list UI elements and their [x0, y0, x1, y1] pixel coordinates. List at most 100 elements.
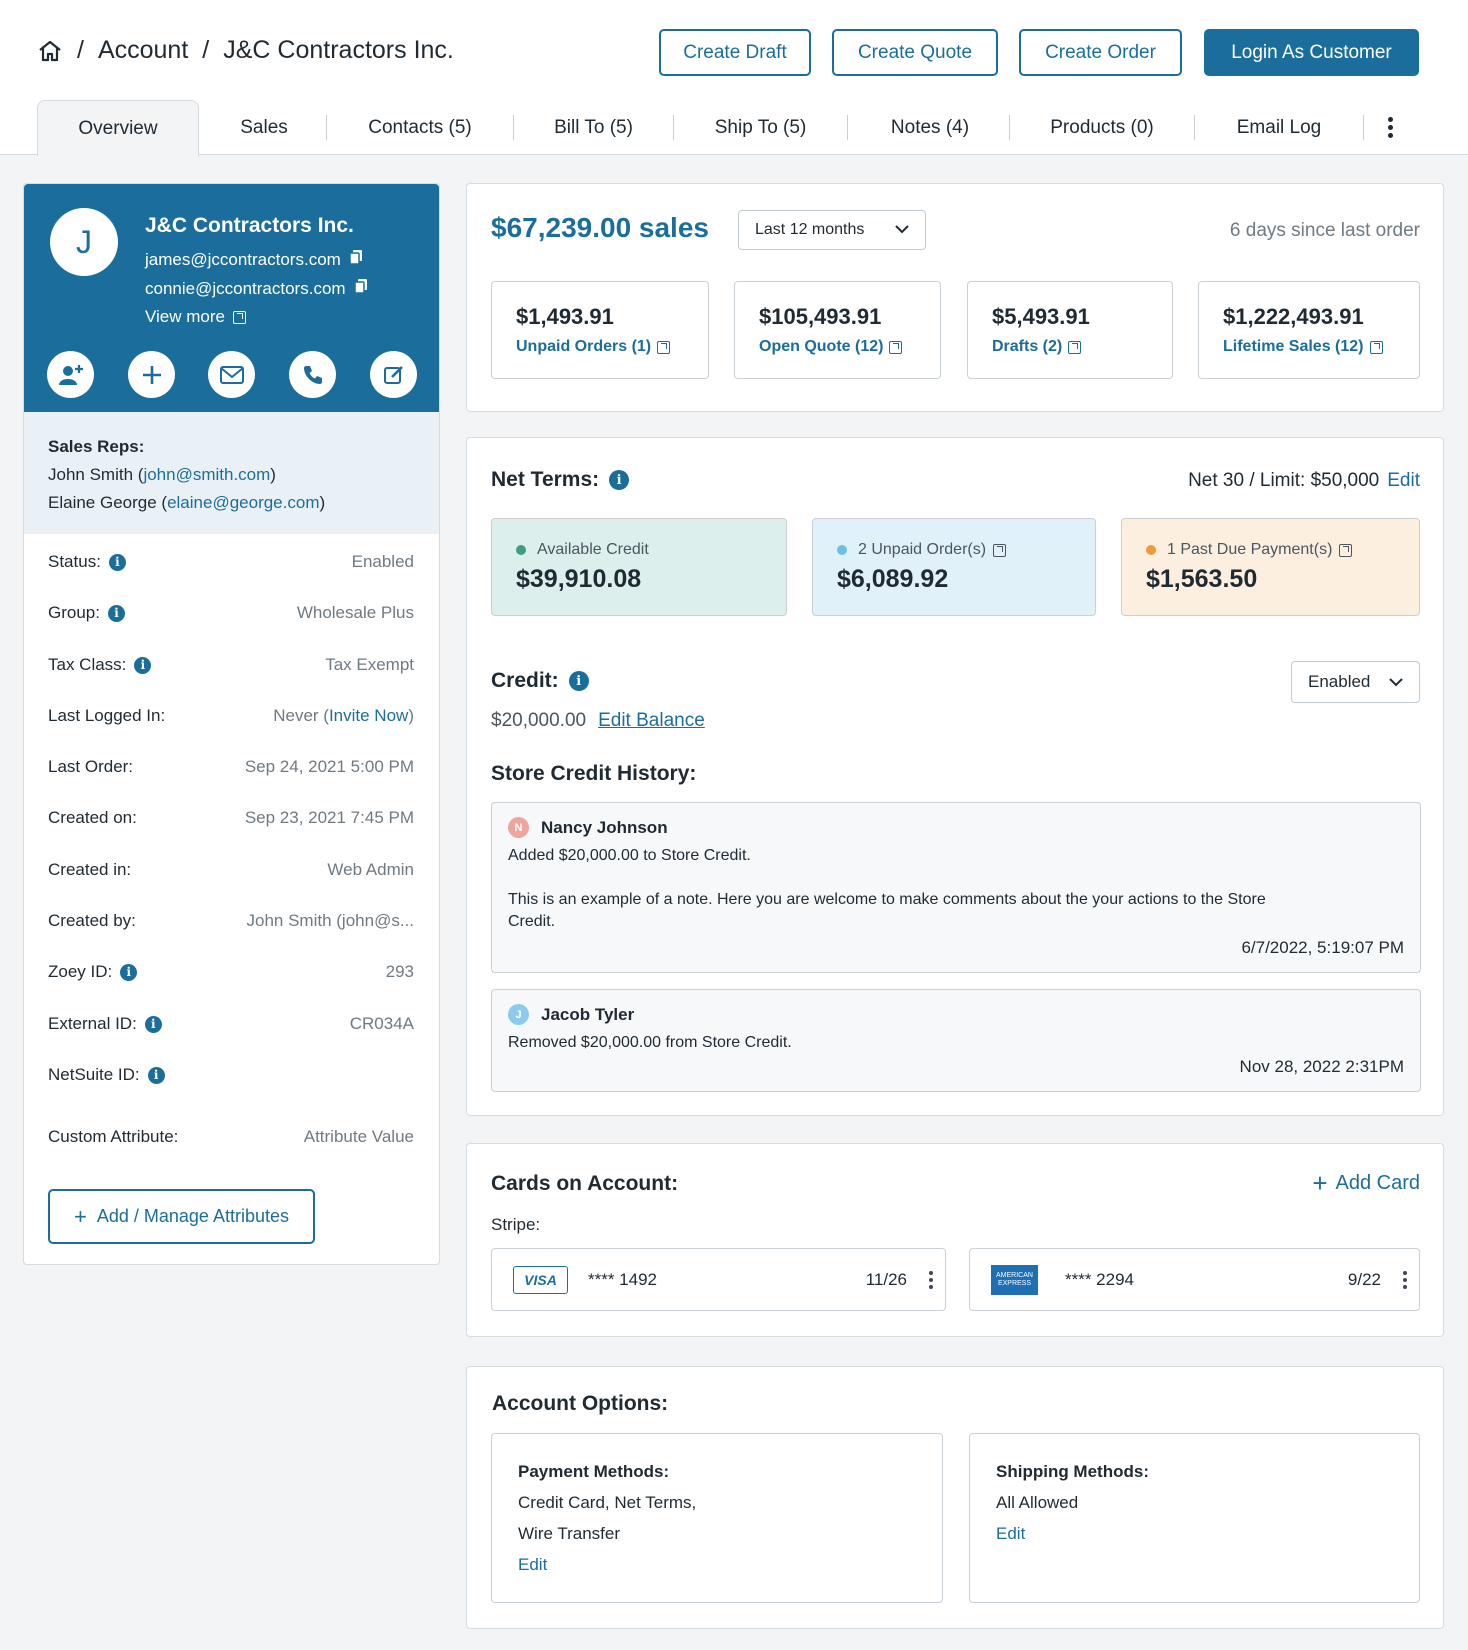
sales-rep: Elaine George (elaine@george.com)	[48, 489, 415, 517]
stat-lifetime-sales: $1,222,493.91 Lifetime Sales (12)	[1198, 281, 1420, 379]
shipping-methods-box: Shipping Methods: All Allowed Edit	[969, 1433, 1420, 1603]
breadcrumb-account[interactable]: Account	[98, 36, 188, 65]
add-contact-icon[interactable]	[47, 351, 94, 398]
invite-now-link[interactable]: Invite Now	[329, 706, 408, 725]
email-text[interactable]: james@jccontractors.com	[145, 250, 341, 270]
detail-value: Web Admin	[327, 860, 414, 879]
tab-email-log[interactable]: Email Log	[1203, 100, 1355, 155]
saved-card[interactable]: AMERICAN EXPRESS **** 2294 9/22	[969, 1248, 1420, 1311]
credit-title: Credit:	[491, 669, 559, 692]
plus-icon: +	[1312, 1168, 1328, 1198]
external-link-icon	[233, 310, 246, 324]
period-select[interactable]: Last 12 months	[738, 210, 926, 250]
payment-methods-title: Payment Methods:	[518, 1462, 670, 1481]
unpaid-orders-box[interactable]: 2 Unpaid Order(s) $6,089.92	[812, 518, 1096, 616]
detail-row-zoey-id: Zoey ID: i 293	[48, 962, 414, 982]
create-order-button[interactable]: Create Order	[1019, 29, 1182, 76]
add-icon[interactable]	[128, 351, 175, 398]
store-credit-history-title: Store Credit History:	[491, 762, 697, 785]
info-icon[interactable]: i	[568, 671, 589, 691]
edit-shipping-methods-link[interactable]: Edit	[996, 1518, 1393, 1549]
rep-email-link[interactable]: elaine@george.com	[167, 493, 319, 512]
history-author: Jacob Tyler	[541, 1004, 635, 1024]
detail-value: Attribute Value	[303, 1127, 414, 1146]
copy-icon[interactable]	[353, 278, 368, 299]
credit-balance-row: $20,000.00 Edit Balance	[491, 710, 705, 732]
status-dot	[516, 545, 526, 555]
detail-value: John Smith (john@s...	[246, 911, 415, 930]
avatar: J	[50, 208, 118, 276]
email-text[interactable]: connie@jccontractors.com	[145, 279, 346, 299]
detail-row-created-on: Created on: Sep 23, 2021 7:45 PM	[48, 808, 414, 828]
stat-link[interactable]: Lifetime Sales (12)	[1223, 338, 1395, 356]
net-terms-summary-text: Net 30 / Limit: $50,000	[1188, 470, 1380, 491]
stat-link[interactable]: Open Quote (12)	[759, 338, 916, 356]
mail-icon[interactable]	[208, 351, 255, 398]
credit-history-item: N Nancy Johnson Added $20,000.00 to Store…	[491, 802, 1421, 973]
tab-contacts[interactable]: Contacts (5)	[335, 100, 505, 155]
tab-notes[interactable]: Notes (4)	[856, 100, 1004, 155]
past-due-box[interactable]: 1 Past Due Payment(s) $1,563.50	[1121, 518, 1420, 616]
stat-link[interactable]: Unpaid Orders (1)	[516, 338, 684, 356]
external-link-icon	[1369, 340, 1383, 354]
payment-methods-value: Credit Card, Net Terms,	[518, 1493, 697, 1512]
box-value: $1,563.50	[1146, 565, 1258, 593]
card-menu-icon[interactable]	[1403, 1270, 1407, 1289]
stat-label: Unpaid Orders (1)	[516, 338, 652, 355]
history-note: This is an example of a note. Here you a…	[508, 891, 1266, 930]
add-card-button[interactable]: + Add Card	[1312, 1170, 1420, 1196]
info-icon[interactable]: i	[120, 963, 138, 981]
add-manage-attributes-button[interactable]: + Add / Manage Attributes	[48, 1189, 315, 1244]
detail-label: Tax Class:	[48, 655, 127, 674]
edit-note-icon[interactable]	[370, 351, 417, 398]
create-draft-button[interactable]: Create Draft	[659, 29, 811, 76]
view-more-link[interactable]: View more	[145, 307, 246, 327]
sales-amount: $67,239.00 sales	[491, 212, 709, 243]
breadcrumb: / Account / J&C Contractors Inc.	[37, 36, 454, 65]
edit-balance-link[interactable]: Edit Balance	[598, 710, 705, 732]
copy-icon[interactable]	[349, 249, 363, 270]
detail-label: Zoey ID:	[48, 962, 113, 981]
detail-row-created-in: Created in: Web Admin	[48, 860, 414, 880]
tab-bill-to[interactable]: Bill To (5)	[522, 100, 665, 155]
box-label: 2 Unpaid Order(s)	[858, 541, 987, 558]
info-icon[interactable]: i	[107, 604, 125, 622]
email-row: james@jccontractors.com	[145, 249, 363, 270]
phone-icon[interactable]	[289, 351, 336, 398]
tab-divider	[1363, 115, 1364, 140]
info-icon[interactable]: i	[609, 470, 630, 490]
card-number: **** 2294	[1065, 1269, 1135, 1289]
create-quote-button[interactable]: Create Quote	[832, 29, 998, 76]
customer-name: J&C Contractors Inc.	[145, 214, 354, 237]
rep-email-link[interactable]: john@smith.com	[143, 465, 270, 484]
info-icon[interactable]: i	[147, 1066, 165, 1084]
edit-payment-methods-link[interactable]: Edit	[518, 1549, 916, 1580]
amex-logo-icon: AMERICAN EXPRESS	[991, 1264, 1038, 1295]
tab-products[interactable]: Products (0)	[1018, 100, 1186, 155]
tab-overview[interactable]: Overview	[37, 100, 199, 156]
credit-heading: Credit: i	[491, 669, 589, 693]
chevron-down-icon	[1389, 672, 1403, 692]
credit-status-select[interactable]: Enabled	[1291, 661, 1420, 703]
tab-sales[interactable]: Sales	[209, 100, 319, 155]
detail-label: NetSuite ID:	[48, 1065, 140, 1084]
card-menu-icon[interactable]	[929, 1270, 933, 1289]
info-icon[interactable]: i	[108, 553, 126, 571]
info-icon[interactable]: i	[134, 656, 152, 674]
tab-ship-to[interactable]: Ship To (5)	[682, 100, 839, 155]
detail-paren: )	[408, 706, 414, 725]
edit-net-terms-link[interactable]: Edit	[1387, 470, 1420, 492]
home-icon[interactable]	[37, 39, 63, 63]
sales-reps-title: Sales Reps:	[48, 437, 145, 456]
box-value: $6,089.92	[837, 565, 949, 593]
info-icon[interactable]: i	[144, 1015, 162, 1033]
payment-methods-box: Payment Methods: Credit Card, Net Terms,…	[491, 1433, 943, 1603]
more-tabs-icon[interactable]	[1375, 100, 1405, 155]
stat-link[interactable]: Drafts (2)	[992, 338, 1148, 356]
stat-label: Open Quote (12)	[759, 338, 884, 355]
stat-value: $1,493.91	[516, 304, 614, 329]
saved-card[interactable]: VISA **** 1492 11/26	[491, 1248, 946, 1311]
login-as-customer-button[interactable]: Login As Customer	[1204, 29, 1419, 76]
avatar: N	[508, 817, 529, 838]
stripe-label: Stripe:	[491, 1215, 541, 1234]
